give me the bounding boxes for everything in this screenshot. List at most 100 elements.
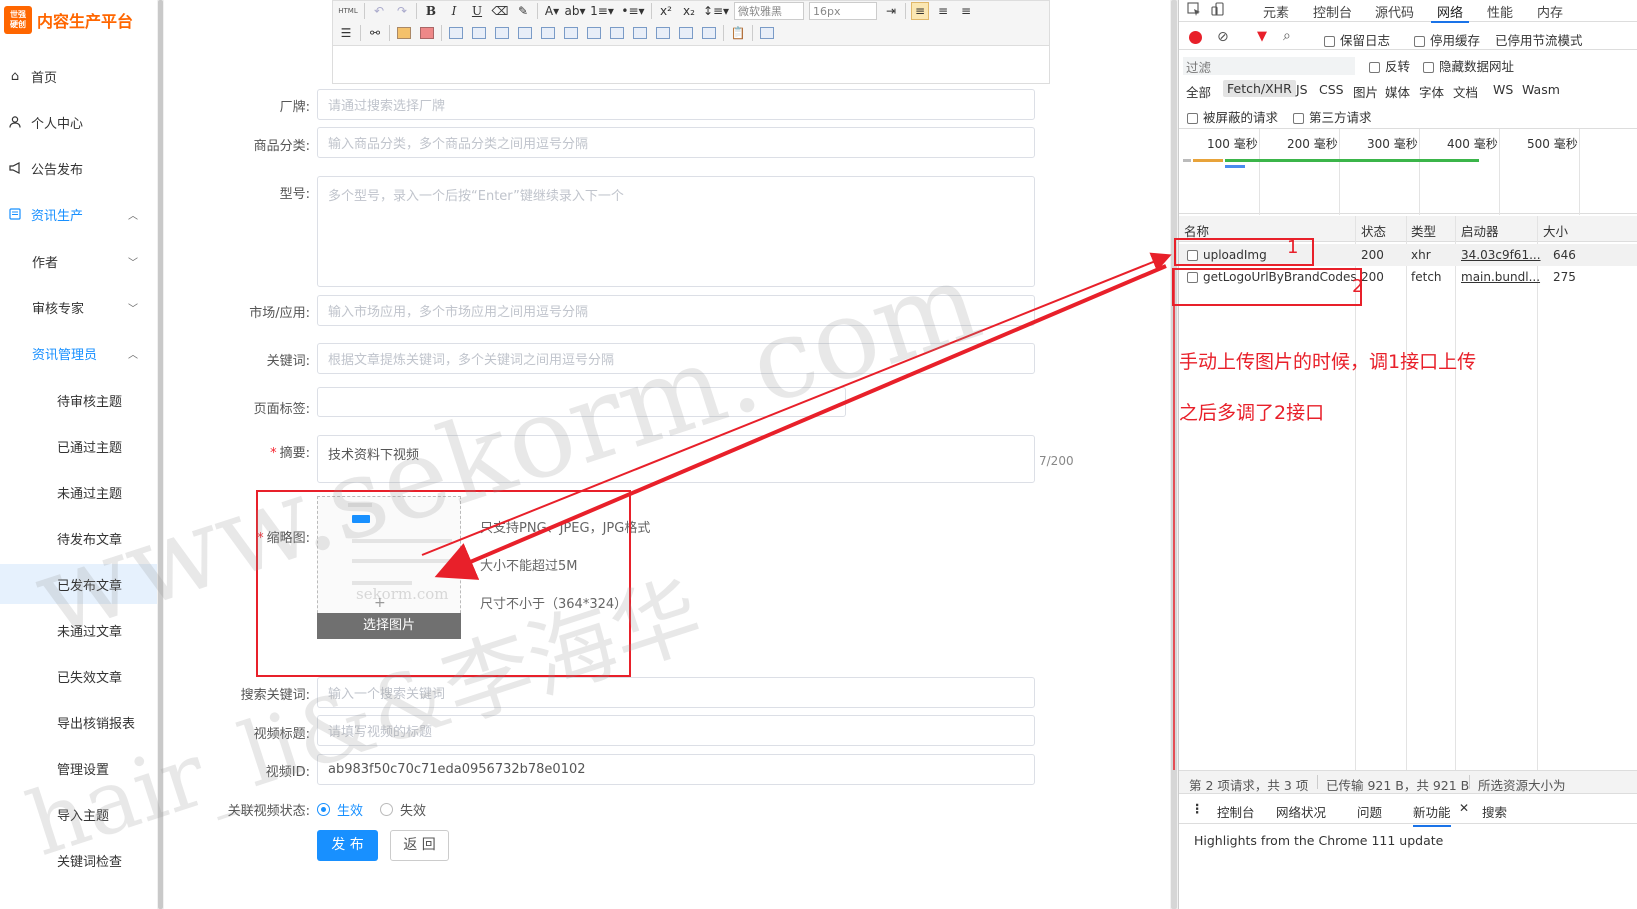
table-merge-down-icon[interactable] [631,24,649,42]
sidebar-item-approved-topics[interactable]: 已通过主题 [0,426,160,466]
redo-icon[interactable]: ↷ [393,2,411,20]
column-size[interactable]: 大小 [1543,221,1568,240]
table-insert-row-icon[interactable] [470,24,488,42]
drawer-tab-issues[interactable]: 问题 [1357,802,1382,821]
line-height-icon[interactable]: ↕≡▾ [703,2,729,20]
column-status[interactable]: 状态 [1361,221,1386,240]
video-status-active-radio[interactable]: 生效 [317,800,363,819]
bold-icon[interactable]: B [422,2,440,20]
search-icon[interactable]: ⌕ [1283,28,1291,44]
brand-input[interactable]: 请通过搜索选择厂牌 [317,89,1035,120]
indent-icon[interactable]: ⇥ [882,2,900,20]
type-filter-fetch-xhr[interactable]: Fetch/XHR [1223,80,1296,97]
sidebar-item-export-report[interactable]: 导出核销报表 [0,702,160,742]
sidebar-item-news-production[interactable]: 资讯生产 ︿ [0,194,160,234]
image-icon[interactable] [395,24,413,42]
type-filter-wasm[interactable]: Wasm [1522,82,1560,97]
request-initiator-link[interactable]: main.bundl... [1461,270,1540,284]
link-icon[interactable]: ⚯ [366,24,384,42]
subscript-icon[interactable]: x₂ [680,2,698,20]
blocked-requests-checkbox[interactable]: 被屏蔽的请求 [1187,107,1278,126]
table-delete-row-icon[interactable] [516,24,534,42]
network-overview[interactable]: 100 毫秒 200 毫秒 300 毫秒 400 毫秒 500 毫秒 [1179,128,1637,215]
paste-icon[interactable]: 📋 [729,24,747,42]
model-input[interactable]: 多个型号，录入一个后按“Enter”键继续录入下一个 [317,176,1035,287]
sidebar-item-published-articles[interactable]: 已发布文章 [0,564,160,604]
publish-button[interactable]: 发 布 [317,830,378,861]
type-filter-doc[interactable]: 文档 [1453,82,1478,101]
eraser-icon[interactable]: ⌫ [491,2,509,20]
type-filter-font[interactable]: 字体 [1419,82,1444,101]
sidebar-item-rejected-topics[interactable]: 未通过主题 [0,472,160,512]
category-input[interactable]: 输入商品分类，多个商品分类之间用逗号分隔 [317,127,1035,158]
table-split-icon[interactable] [585,24,603,42]
app-logo[interactable]: 世强 硬创 内容生产平台 [4,6,133,34]
invert-checkbox[interactable]: 反转 [1369,56,1410,75]
column-initiator[interactable]: 启动器 [1461,221,1499,240]
summary-textarea[interactable]: 技术资料下视频 [317,435,1035,483]
tab-console[interactable]: 控制台 [1313,2,1352,21]
table-insert-col-icon[interactable] [493,24,511,42]
table-delete-col-icon[interactable] [539,24,557,42]
select-image-button[interactable]: 选择图片 [317,613,461,639]
superscript-icon[interactable]: x² [657,2,675,20]
filter-input[interactable]: 过滤 [1183,57,1355,75]
table-merge-right-icon[interactable] [608,24,626,42]
align-center-icon[interactable]: ≡ [934,2,952,20]
keywords-input[interactable]: 根据文章提炼关键词，多个关键词之间用逗号分隔 [317,343,1035,374]
sidebar-item-review-expert[interactable]: 审核专家 ﹀ [0,287,160,327]
video-status-inactive-radio[interactable]: 失效 [380,800,426,819]
close-icon[interactable]: ✕ [1459,801,1469,815]
table-row[interactable]: getLogoUrlByBrandCodes 200 fetch main.bu… [1179,266,1637,288]
align-right-icon[interactable]: ≡ [957,2,975,20]
horizontal-rule-icon[interactable]: ☰ [337,24,355,42]
sidebar-item-pending-articles[interactable]: 待发布文章 [0,518,160,558]
tab-memory[interactable]: 内存 [1537,2,1563,21]
search-keyword-input[interactable]: 输入一个搜索关键词 [317,677,1035,708]
undo-icon[interactable]: ↶ [370,2,388,20]
table-icon[interactable] [447,24,465,42]
sidebar-item-home[interactable]: ⌂ 首页 [0,56,160,96]
multi-image-icon[interactable] [418,24,436,42]
throttling-select[interactable]: 已停用节流模式 [1495,30,1583,49]
hide-data-urls-checkbox[interactable]: 隐藏数据网址 [1423,56,1514,75]
drawer-tab-network-conditions[interactable]: 网络状况 [1276,802,1326,821]
device-toggle-icon[interactable] [1211,2,1225,20]
main-scrollbar-thumb[interactable] [1171,0,1177,909]
sidebar-item-keyword-check[interactable]: 关键词检查 [0,840,160,880]
sidebar-item-announcement[interactable]: 公告发布 [0,148,160,188]
table-row[interactable]: uploadImg 200 xhr 34.03c9f61... 646 [1179,244,1637,266]
tab-performance[interactable]: 性能 [1487,2,1513,21]
format-brush-icon[interactable]: ✎ [514,2,532,20]
request-initiator-link[interactable]: 34.03c9f61... [1461,248,1541,262]
italic-icon[interactable]: I [445,2,463,20]
video-title-input[interactable]: 请填写视频的标题 [317,715,1035,746]
table-merge-icon[interactable] [562,24,580,42]
record-icon[interactable] [1189,31,1202,44]
clear-icon[interactable]: ⊘ [1217,29,1229,45]
align-left-icon[interactable]: ≡ [911,2,929,20]
video-id-input[interactable]: ab983f50c70c71eda0956732b78e0102 [317,754,1035,785]
highlight-icon[interactable]: ab▾ [565,2,586,20]
tab-elements[interactable]: 元素 [1263,2,1289,21]
column-type[interactable]: 类型 [1411,221,1436,240]
font-color-icon[interactable]: A▾ [543,2,561,20]
type-filter-all[interactable]: 全部 [1186,82,1211,101]
disable-cache-checkbox[interactable]: 停用缓存 [1414,30,1480,49]
sidebar-item-settings[interactable]: 管理设置 [0,748,160,788]
drawer-tab-search[interactable]: 搜索 [1482,802,1507,821]
tab-sources[interactable]: 源代码 [1375,2,1414,21]
type-filter-ws[interactable]: WS [1493,82,1513,97]
unordered-list-icon[interactable]: •≡▾ [620,2,646,20]
type-filter-css[interactable]: CSS [1319,82,1344,97]
sidebar-item-author[interactable]: 作者 ﹀ [0,241,160,281]
market-input[interactable]: 输入市场应用，多个市场应用之间用逗号分隔 [317,295,1035,326]
tab-network[interactable]: 网络 [1430,2,1470,23]
underline-icon[interactable]: U [468,2,486,20]
sidebar-item-expired-articles[interactable]: 已失效文章 [0,656,160,696]
table-split-rows-icon[interactable] [654,24,672,42]
preserve-log-checkbox[interactable]: 保留日志 [1324,30,1390,49]
editor-content-area[interactable] [332,46,1050,84]
type-filter-media[interactable]: 媒体 [1385,82,1410,101]
sidebar-item-rejected-articles[interactable]: 未通过文章 [0,610,160,650]
